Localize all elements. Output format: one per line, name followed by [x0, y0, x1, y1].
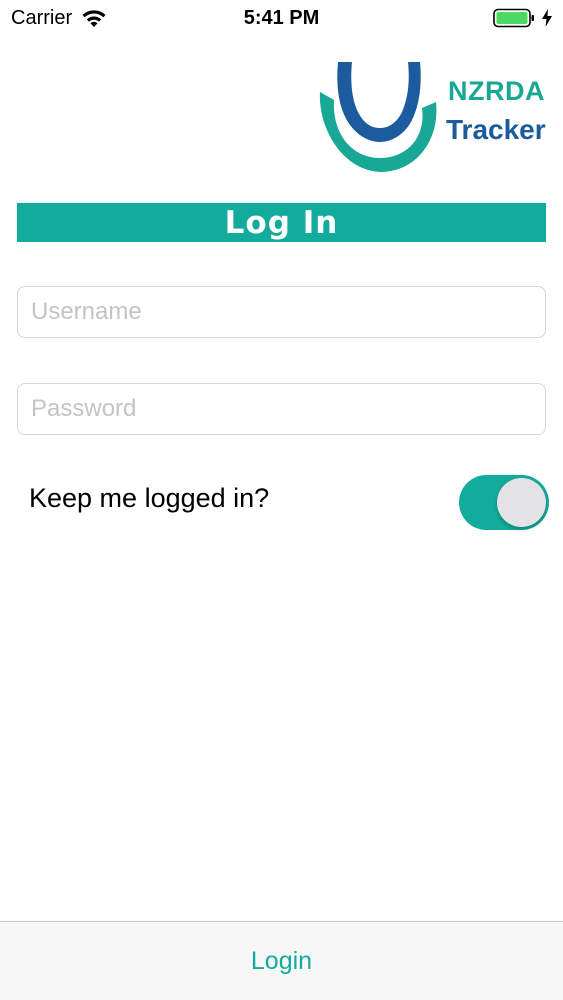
charging-bolt-icon: [541, 8, 553, 28]
login-header-banner: Log In: [17, 203, 546, 242]
password-input[interactable]: [17, 383, 546, 435]
app-logo: NZRDA Tracker: [316, 58, 546, 176]
battery-icon: [493, 8, 535, 28]
username-input[interactable]: [17, 286, 546, 338]
status-time: 5:41 PM: [243, 7, 320, 29]
toggle-knob: [497, 478, 546, 527]
logo-horseshoe-icon: [319, 62, 437, 172]
bottom-toolbar: Login: [0, 921, 563, 1000]
logo-text-tracker: Tracker: [446, 114, 546, 145]
status-bar: Carrier 5:41 PM: [0, 0, 563, 40]
battery-group: [493, 8, 553, 28]
keep-logged-in-toggle[interactable]: [459, 475, 549, 530]
login-button[interactable]: Login: [231, 939, 332, 984]
page-title: Log In: [224, 204, 339, 241]
logo-text-nzrda: NZRDA: [448, 76, 545, 106]
keep-logged-in-label: Keep me logged in?: [29, 483, 270, 513]
